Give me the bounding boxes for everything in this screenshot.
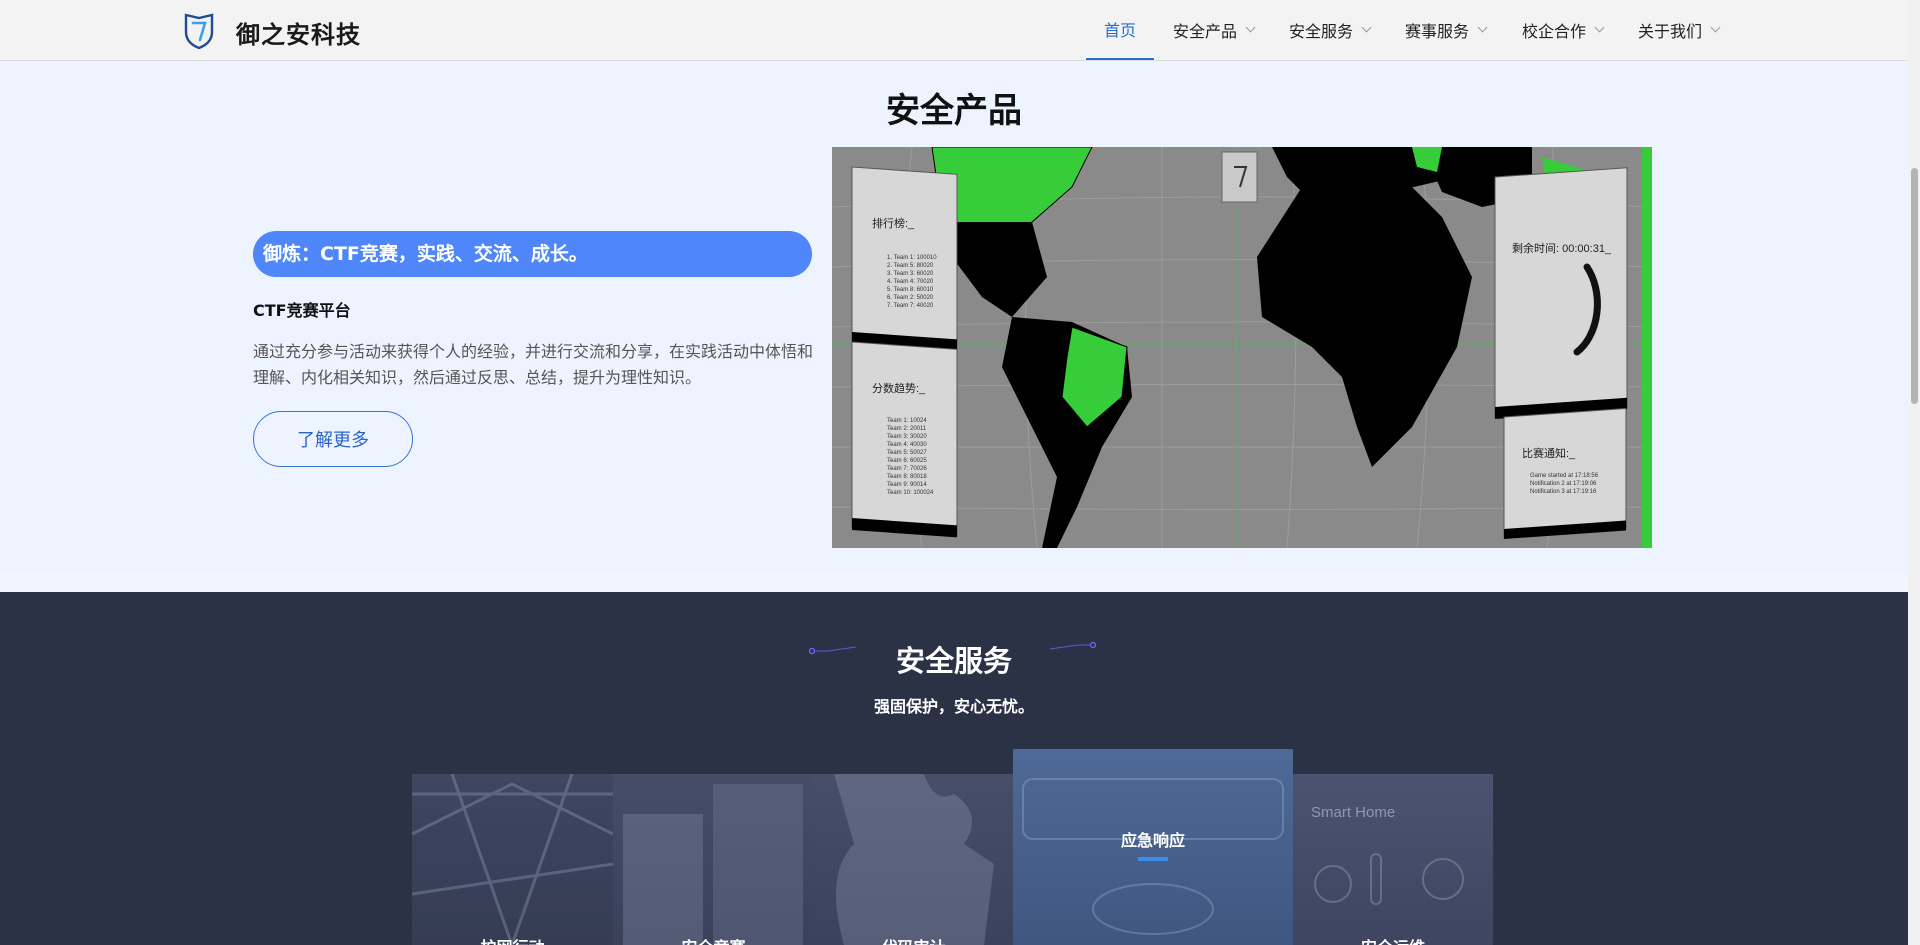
leaderboard-title: 排行榜:_ [872, 216, 915, 230]
score-row: Team 1: 10024 [887, 418, 927, 424]
service-card-security-competition[interactable]: 安全竞赛 [613, 774, 814, 945]
puzzle-image [834, 774, 994, 945]
score-row: Team 2: 20011 [887, 426, 927, 432]
service-card-label: 安全运维 [1293, 934, 1493, 945]
service-card-label: 安全竞赛 [613, 934, 814, 945]
leaderboard-row: 4. Team 4: 70020 [887, 279, 934, 285]
score-row: Team 5: 50027 [887, 450, 927, 456]
brand-name[interactable]: 御之安科技 [236, 15, 361, 50]
chevron-down-icon [1710, 22, 1721, 33]
product-banner: 御炼：CTF竞赛，实践、交流、成长。 [253, 231, 812, 277]
nav-security-products[interactable]: 安全产品 [1173, 0, 1256, 60]
notice-title: 比赛通知:_ [1522, 446, 1576, 460]
leaderboard-row: 6. Team 2: 50020 [887, 295, 934, 301]
service-card-label: 护网行动 [412, 934, 613, 945]
top-navbar: 御之安科技 首页 安全产品 安全服务 赛事服务 校企合作 关于我们 [0, 0, 1908, 61]
leaderboard-row: 5. Team 8: 60010 [887, 287, 934, 293]
score-trend-title: 分数趋势:_ [872, 382, 926, 395]
nav-school-enterprise-label: 校企合作 [1522, 22, 1587, 41]
boxes-image [623, 784, 803, 945]
score-row: Team 4: 40030 [887, 442, 927, 448]
score-row: Team 6: 60025 [887, 458, 927, 464]
leaderboard-row: 3. Team 3: 60020 [887, 271, 934, 277]
score-row: Team 8: 80018 [887, 474, 927, 480]
active-indicator-bar [1138, 857, 1168, 861]
service-card-label: 应急响应 [1120, 831, 1185, 850]
chevron-down-icon [1361, 22, 1372, 33]
nav-security-services-label: 安全服务 [1289, 22, 1354, 41]
shield-logo-icon[interactable] [183, 12, 215, 50]
score-row: Team 10: 100024 [887, 490, 934, 496]
services-section-title: 安全服务 [895, 644, 1012, 678]
scrollbar-thumb[interactable] [1911, 168, 1918, 404]
service-card-emergency-response[interactable]: 应急响应 [1013, 749, 1293, 945]
security-products-section: 安全产品 御炼：CTF竞赛，实践、交流、成长。 CTF竞赛平台 通过充分参与活动… [0, 61, 1908, 571]
notice-list: Game started at 17:18:56 Notification 2 … [1530, 473, 1600, 495]
nav-home-label: 首页 [1103, 21, 1136, 40]
security-services-section: 安全服务 强固保护，安心无忧。 护网行动 安全竞赛 代码审计 应急响应 Smar… [0, 592, 1908, 945]
service-card-label: 代码审计 [814, 934, 1013, 945]
nav-competition-services-label: 赛事服务 [1405, 22, 1470, 41]
service-card-security-ops[interactable]: Smart Home 安全运维 [1293, 774, 1493, 945]
services-subtitle: 强固保护，安心无忧。 [873, 697, 1034, 716]
countdown-timer: 剩余时间: 00:00:31_ [1512, 241, 1612, 255]
learn-more-button[interactable]: 了解更多 [253, 411, 413, 467]
leaderboard-row: 7. Team 7: 40020 [887, 303, 934, 309]
nav-home[interactable]: 首页 [1086, 0, 1154, 60]
service-card-code-audit[interactable]: 代码审计 [814, 774, 1013, 945]
smart-home-image [1314, 853, 1464, 905]
nav-about-us[interactable]: 关于我们 [1638, 0, 1721, 60]
leaderboard-list: 1. Team 1: 100010 2. Team 5: 80020 3. Te… [887, 255, 938, 309]
notice-row: Notification 3 at 17:19:16 [1530, 489, 1597, 495]
nav-school-enterprise[interactable]: 校企合作 [1522, 0, 1605, 60]
score-row: Team 9: 90014 [887, 482, 927, 488]
score-row: Team 7: 70026 [887, 466, 927, 472]
service-card-hw-action[interactable]: 护网行动 [412, 774, 613, 945]
nav-about-us-label: 关于我们 [1638, 22, 1703, 41]
nav-competition-services[interactable]: 赛事服务 [1405, 0, 1488, 60]
chevron-down-icon [1594, 22, 1605, 33]
notice-row: Notification 2 at 17:19:06 [1530, 481, 1597, 487]
products-section-title: 安全产品 [886, 91, 1022, 131]
leaderboard-row: 1. Team 1: 100010 [887, 255, 937, 261]
ctf-platform-screenshot: 排行榜:_ 1. Team 1: 100010 2. Team 5: 80020… [832, 147, 1652, 548]
title-decoration-right-icon [1049, 641, 1097, 650]
chevron-down-icon [1245, 22, 1256, 33]
bridge-image [412, 774, 613, 945]
chevron-down-icon [1477, 22, 1488, 33]
leaderboard-row: 2. Team 5: 80020 [887, 263, 934, 269]
notice-row: Game started at 17:18:56 [1530, 473, 1599, 479]
nav-security-services[interactable]: 安全服务 [1289, 0, 1372, 60]
product-name: CTF竞赛平台 [253, 301, 351, 320]
score-row: Team 3: 30020 [887, 434, 927, 440]
product-description: 通过充分参与活动来获得个人的经验，并进行交流和分享，在实践活动中体悟和理解、内化… [253, 342, 814, 387]
nav-security-products-label: 安全产品 [1173, 22, 1238, 41]
page-scrollbar[interactable] [1908, 0, 1920, 945]
